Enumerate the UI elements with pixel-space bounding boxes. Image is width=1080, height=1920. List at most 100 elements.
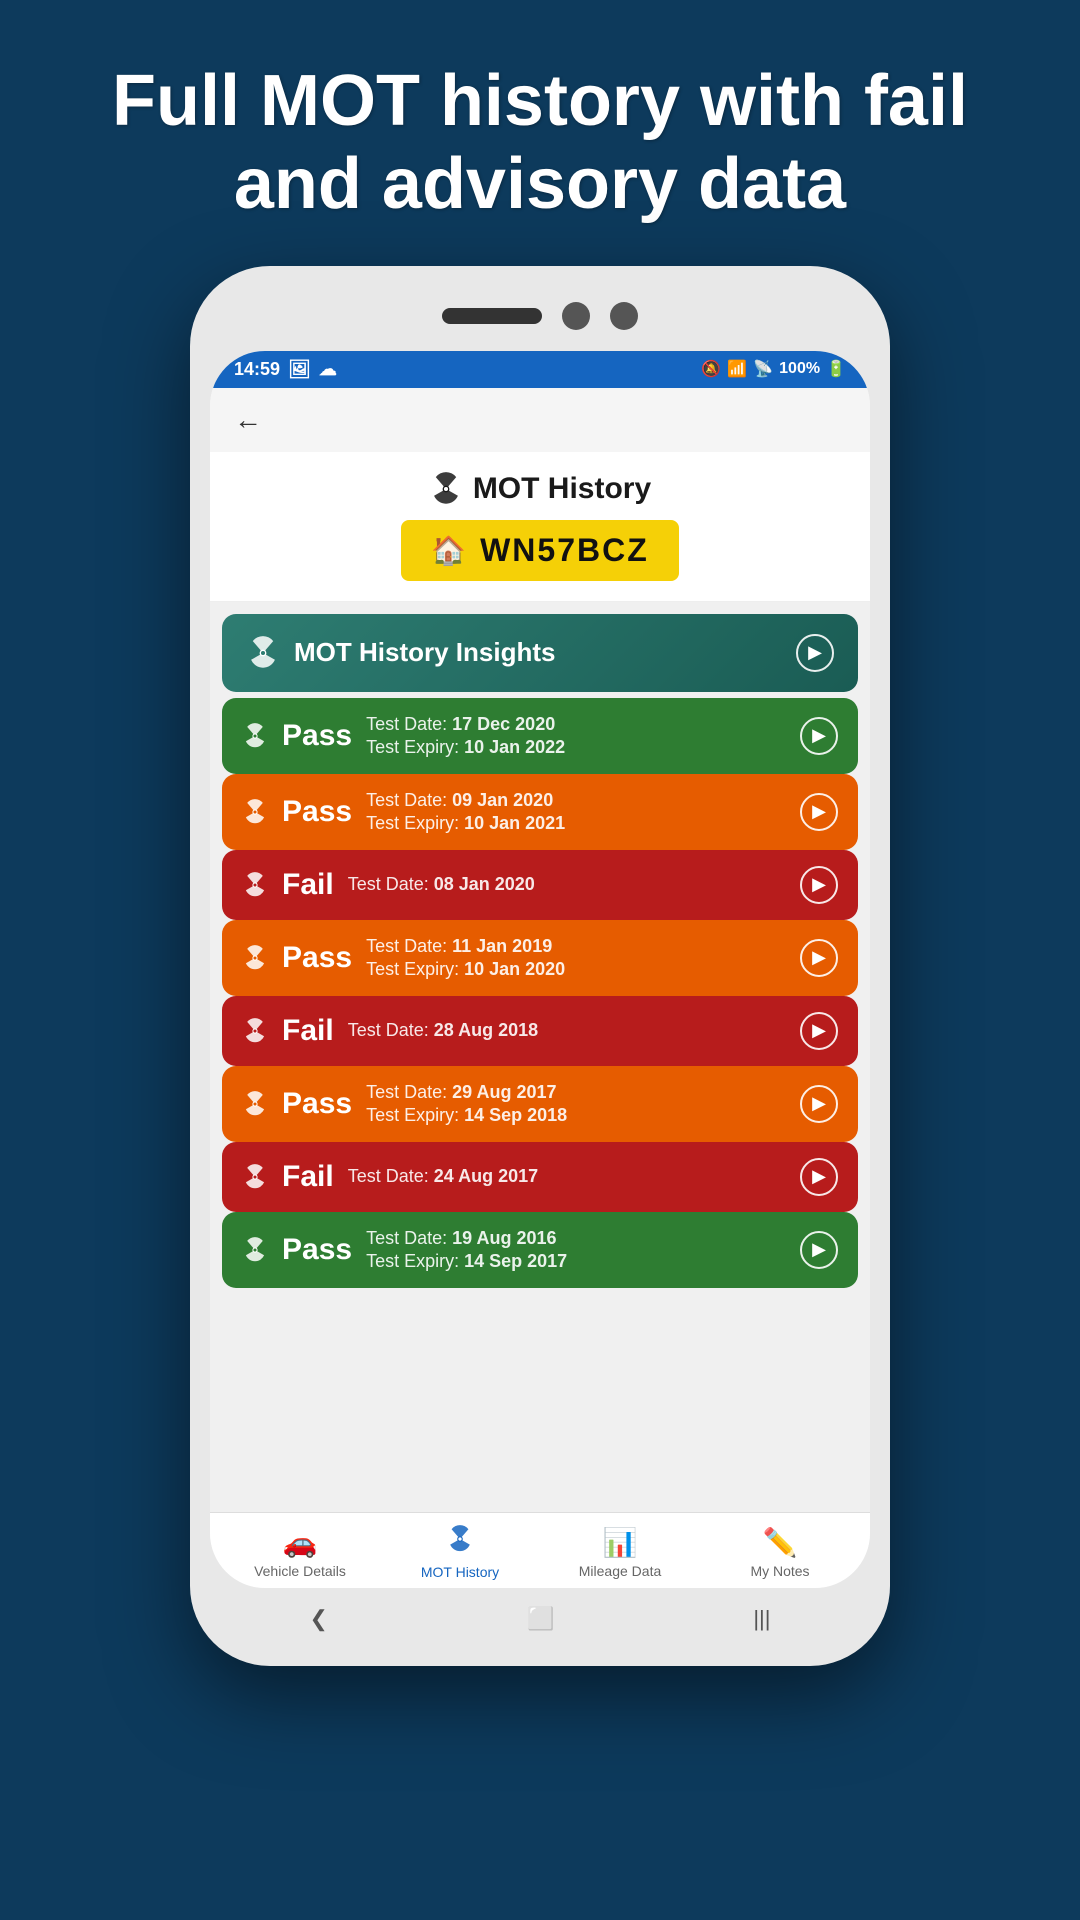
mot-result-label: Pass [282,719,352,753]
mot-record-card[interactable]: Pass Test Date: 09 Jan 2020 Test Expiry:… [222,774,858,850]
nav-item-mileage-data[interactable]: 📊 Mileage Data [570,1526,670,1579]
page-header: MOT History 🏠 WN57BCZ [210,452,870,602]
bottom-nav: 🚗 Vehicle Details MOT History 📊 Mileage … [210,1512,870,1588]
mot-test-date: Test Date: 09 Jan 2020 [366,790,565,811]
status-time: 14:59 [234,359,280,380]
mot-test-date: Test Date: 24 Aug 2017 [348,1166,538,1187]
mot-dates: Test Date: 24 Aug 2017 [348,1166,538,1187]
mot-card-left: Pass Test Date: 09 Jan 2020 Test Expiry:… [242,790,565,834]
mot-result-label: Fail [282,868,334,902]
nav-gesture-recent[interactable]: ||| [733,1600,790,1638]
garage-icon: 🏠 [431,534,468,567]
mot-result-label: Pass [282,795,352,829]
plate-text: WN57BCZ [480,532,649,569]
nav-icon-chart: 📊 [603,1526,638,1559]
nav-item-vehicle-details[interactable]: 🚗 Vehicle Details [250,1526,350,1579]
nav-icon-radiation [446,1525,474,1560]
mot-test-date: Test Date: 19 Aug 2016 [366,1228,567,1249]
mot-record-icon [242,1164,268,1190]
mot-record-icon [242,723,268,749]
mot-expiry-date: Test Expiry: 10 Jan 2020 [366,959,565,980]
mot-dates: Test Date: 17 Dec 2020 Test Expiry: 10 J… [366,714,565,758]
status-battery-icon: 🔋 [826,359,846,379]
mot-card-left: Fail Test Date: 08 Jan 2020 [242,868,535,902]
content-area: MOT History Insights ▶ Pass Test Date: 1… [210,602,870,1512]
insights-label: MOT History Insights [294,637,555,668]
mot-expiry-date: Test Expiry: 10 Jan 2021 [366,813,565,834]
mot-records-list: Pass Test Date: 17 Dec 2020 Test Expiry:… [222,698,858,1288]
mot-card-left: Pass Test Date: 19 Aug 2016 Test Expiry:… [242,1228,567,1272]
mot-dates: Test Date: 08 Jan 2020 [348,874,535,895]
back-button[interactable]: ← [234,404,262,436]
mot-card-arrow: ▶ [800,1012,838,1050]
nav-gesture-back[interactable]: ❮ [290,1600,348,1638]
status-mute-icon: 🔕 [701,359,721,379]
mot-result-label: Pass [282,1233,352,1267]
mot-record-card[interactable]: Pass Test Date: 17 Dec 2020 Test Expiry:… [222,698,858,774]
mot-test-date: Test Date: 28 Aug 2018 [348,1020,538,1041]
mot-result-label: Fail [282,1014,334,1048]
mot-result-label: Fail [282,1160,334,1194]
mot-record-icon [242,872,268,898]
insights-arrow: ▶ [796,634,834,672]
status-wifi-icon: 📶 [727,359,747,379]
mot-card-arrow: ▶ [800,1085,838,1123]
mot-expiry-date: Test Expiry: 14 Sep 2017 [366,1251,567,1272]
phone-notch [210,286,870,346]
nav-label: Mileage Data [579,1563,662,1579]
mot-test-date: Test Date: 11 Jan 2019 [366,936,565,957]
nav-gesture-home[interactable]: ⬜ [507,1600,574,1638]
mot-dates: Test Date: 09 Jan 2020 Test Expiry: 10 J… [366,790,565,834]
mot-card-left: Fail Test Date: 24 Aug 2017 [242,1160,538,1194]
mot-record-icon [242,1237,268,1263]
phone-speaker [442,308,542,324]
back-bar: ← [210,388,870,452]
status-image-icon: 🖼 [288,359,311,380]
mot-expiry-date: Test Expiry: 14 Sep 2018 [366,1105,567,1126]
nav-item-my-notes[interactable]: ✏️ My Notes [730,1526,830,1579]
mot-dates: Test Date: 28 Aug 2018 [348,1020,538,1041]
mot-record-card[interactable]: Fail Test Date: 24 Aug 2017 ▶ [222,1142,858,1212]
mot-test-date: Test Date: 08 Jan 2020 [348,874,535,895]
mot-record-card[interactable]: Fail Test Date: 08 Jan 2020 ▶ [222,850,858,920]
mot-record-card[interactable]: Pass Test Date: 29 Aug 2017 Test Expiry:… [222,1066,858,1142]
status-battery-label: 100% [779,360,820,378]
nav-item-mot-history[interactable]: MOT History [410,1525,510,1580]
mot-test-date: Test Date: 29 Aug 2017 [366,1082,567,1103]
mot-card-arrow: ▶ [800,866,838,904]
page-title: MOT History [230,472,850,506]
mot-dates: Test Date: 11 Jan 2019 Test Expiry: 10 J… [366,936,565,980]
nav-icon-pencil: ✏️ [763,1526,798,1559]
page-title-text: MOT History [473,472,651,506]
mot-title-icon [429,472,463,506]
mot-card-arrow: ▶ [800,717,838,755]
mot-card-left: Fail Test Date: 28 Aug 2018 [242,1014,538,1048]
insights-card[interactable]: MOT History Insights ▶ [222,614,858,692]
mot-record-icon [242,799,268,825]
mot-record-icon [242,1091,268,1117]
mot-card-arrow: ▶ [800,1231,838,1269]
mot-record-card[interactable]: Fail Test Date: 28 Aug 2018 ▶ [222,996,858,1066]
mot-dates: Test Date: 19 Aug 2016 Test Expiry: 14 S… [366,1228,567,1272]
mot-card-arrow: ▶ [800,793,838,831]
mot-result-label: Pass [282,941,352,975]
mot-record-icon [242,945,268,971]
mot-card-left: Pass Test Date: 29 Aug 2017 Test Expiry:… [242,1082,567,1126]
nav-icon-car: 🚗 [283,1526,318,1559]
mot-record-icon [242,1018,268,1044]
mot-expiry-date: Test Expiry: 10 Jan 2022 [366,737,565,758]
insights-icon [246,636,280,670]
mot-test-date: Test Date: 17 Dec 2020 [366,714,565,735]
nav-label: Vehicle Details [254,1563,346,1579]
nav-label: MOT History [421,1564,499,1580]
status-cloud-icon: ☁ [319,359,337,380]
mot-record-card[interactable]: Pass Test Date: 11 Jan 2019 Test Expiry:… [222,920,858,996]
mot-record-card[interactable]: Pass Test Date: 19 Aug 2016 Test Expiry:… [222,1212,858,1288]
phone-bottom-bar: ❮ ⬜ ||| [210,1588,870,1646]
headline: Full MOT history with fail and advisory … [0,0,1080,266]
mot-card-arrow: ▶ [800,1158,838,1196]
mot-result-label: Pass [282,1087,352,1121]
phone-camera-1 [562,302,590,330]
mot-card-left: Pass Test Date: 11 Jan 2019 Test Expiry:… [242,936,565,980]
plate-badge: 🏠 WN57BCZ [401,520,679,581]
